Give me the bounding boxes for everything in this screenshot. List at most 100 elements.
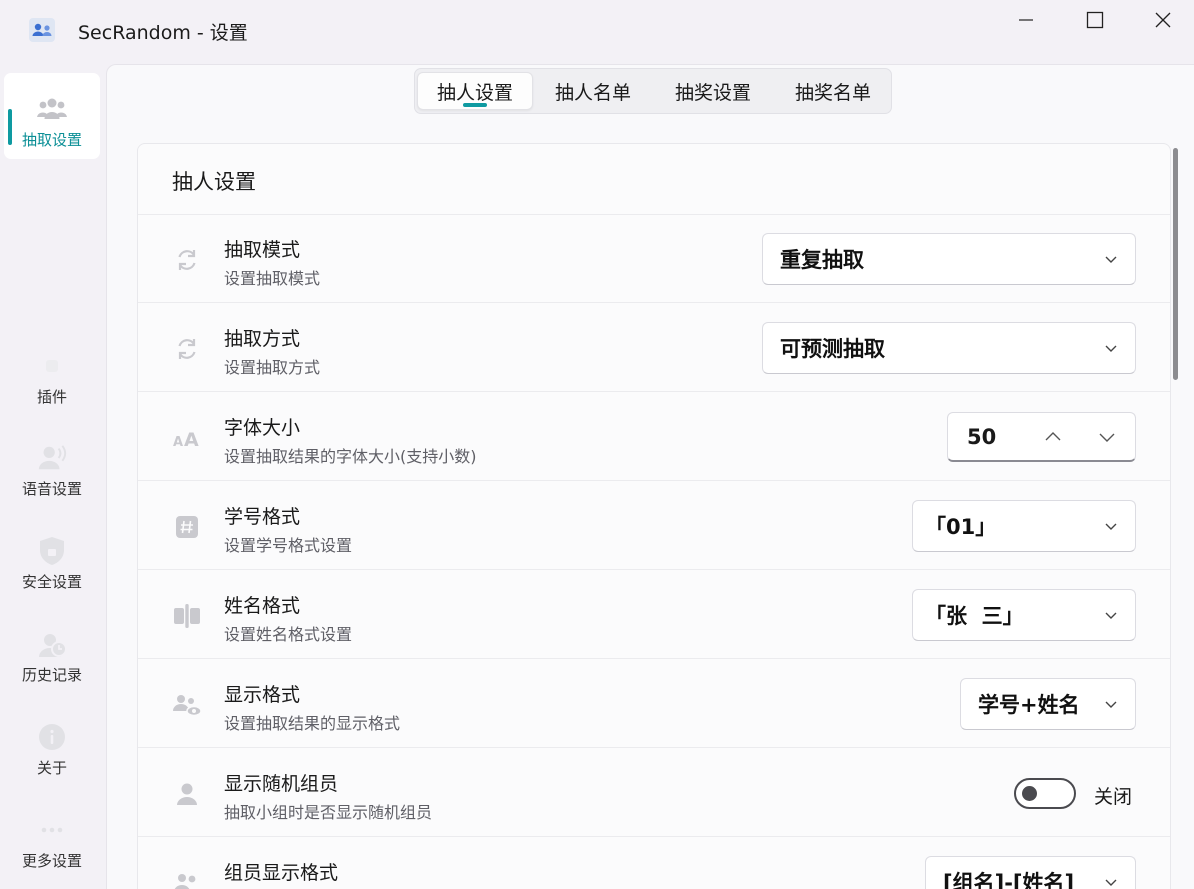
setting-row-font-size: A A 字体大小 设置抽取结果的字体大小(支持小数) 50 (138, 393, 1170, 481)
chevron-down-icon[interactable] (1097, 427, 1117, 447)
display-format-select[interactable]: 学号+姓名 (960, 678, 1136, 730)
setting-subtitle: 设置抽取模式 (224, 269, 321, 288)
chevron-down-icon (1105, 523, 1117, 530)
window-title: SecRandom - 设置 (78, 22, 248, 44)
setting-subtitle: 设置抽取结果的字体大小(支持小数) (224, 447, 477, 466)
select-value: [组名]-[姓名] (943, 871, 1075, 889)
sidebar-item-label: 插件 (36, 388, 67, 406)
name-tag-icon (172, 601, 202, 631)
sidebar-item-voice[interactable]: 语音设置 (4, 426, 100, 512)
spin-value: 50 (967, 425, 997, 449)
select-value: 重复抽取 (780, 248, 864, 272)
setting-title: 显示格式 (224, 684, 301, 706)
chevron-down-icon (1105, 256, 1117, 263)
font-size-spinbox[interactable]: 50 (947, 412, 1136, 462)
tab-person-list[interactable]: 抽人名单 (535, 72, 651, 110)
card-title: 抽人设置 (172, 170, 256, 194)
chevron-up-icon[interactable] (1043, 427, 1063, 447)
font-size-icon: A A (172, 423, 202, 453)
vertical-scrollbar[interactable] (1173, 148, 1178, 380)
chevron-down-icon (1105, 879, 1117, 886)
svg-text:A: A (173, 435, 183, 449)
name-format-select[interactable]: 「张 三」 (912, 589, 1136, 641)
main-panel: 抽人设置 抽人名单 抽奖设置 抽奖名单 抽人设置 抽取模式 设置抽取模式 重复抽… (106, 64, 1194, 889)
close-icon (1155, 12, 1171, 28)
setting-title: 姓名格式 (224, 595, 301, 617)
setting-row-draw-mode: 抽取模式 设置抽取模式 重复抽取 (138, 215, 1170, 303)
voice-person-icon (36, 442, 68, 474)
chevron-down-icon (1105, 612, 1117, 619)
more-icon (36, 814, 68, 846)
tab-bar: 抽人设置 抽人名单 抽奖设置 抽奖名单 (414, 68, 892, 114)
active-indicator (8, 109, 12, 145)
shield-icon (36, 535, 68, 567)
plugin-icon (36, 350, 68, 382)
member-display-format-select[interactable]: [组名]-[姓名] (925, 856, 1136, 889)
setting-row-draw-method: 抽取方式 设置抽取方式 可预测抽取 (138, 304, 1170, 392)
setting-row-show-random-members: 显示随机组员 抽取小组时是否显示随机组员 关闭 (138, 749, 1170, 837)
app-logo-icon (29, 18, 55, 42)
chevron-down-icon (1105, 345, 1117, 352)
settings-card: 抽人设置 抽取模式 设置抽取模式 重复抽取 抽取方式 设置抽取方式 可预测抽取 … (137, 143, 1171, 889)
sidebar-item-about[interactable]: 关于 (4, 705, 100, 791)
select-value: 学号+姓名 (978, 693, 1080, 717)
tab-label: 抽奖设置 (674, 81, 751, 104)
setting-subtitle: 设置姓名格式设置 (224, 625, 353, 644)
svg-text:A: A (184, 429, 199, 449)
sidebar-item-more[interactable]: 更多设置 (4, 798, 100, 884)
select-value: 「张 三」 (925, 604, 1024, 628)
setting-title: 抽取方式 (224, 328, 301, 350)
sync-icon (172, 245, 202, 275)
sidebar-item-label: 语音设置 (21, 480, 82, 498)
sync-icon (172, 334, 202, 364)
setting-subtitle: 设置抽取结果的显示格式 (224, 714, 401, 733)
draw-method-select[interactable]: 可预测抽取 (762, 322, 1136, 374)
setting-title: 学号格式 (224, 506, 301, 528)
setting-subtitle: 设置学号格式设置 (224, 536, 353, 555)
setting-title: 字体大小 (224, 417, 301, 439)
people-view-icon (172, 690, 202, 720)
setting-title: 组员显示格式 (224, 862, 339, 884)
setting-title: 显示随机组员 (224, 773, 339, 795)
chevron-down-icon (1105, 701, 1117, 708)
tab-lottery-list[interactable]: 抽奖名单 (775, 72, 891, 110)
sidebar-item-extract-settings[interactable]: 抽取设置 (4, 73, 100, 159)
sidebar: 抽取设置 插件 语音设置 安全设置 历史记录 关于 更多设置 (0, 60, 106, 889)
toggle-knob (1022, 786, 1037, 801)
sidebar-item-label: 抽取设置 (21, 131, 82, 149)
setting-title: 抽取模式 (224, 239, 301, 261)
sidebar-item-label: 关于 (36, 759, 67, 777)
minimize-button[interactable] (996, 0, 1056, 40)
setting-subtitle: 设置抽取方式 (224, 358, 321, 377)
tab-extract-person-settings[interactable]: 抽人设置 (417, 72, 533, 110)
toggle-state-label: 关闭 (1094, 786, 1133, 808)
sidebar-item-label: 历史记录 (21, 666, 82, 684)
setting-row-name-format: 姓名格式 设置姓名格式设置 「张 三」 (138, 571, 1170, 659)
sidebar-item-security[interactable]: 安全设置 (4, 519, 100, 605)
student-id-format-select[interactable]: 「01」 (912, 500, 1136, 552)
setting-subtitle: 抽取小组时是否显示随机组员 (224, 803, 433, 822)
setting-row-display-format: 显示格式 设置抽取结果的显示格式 学号+姓名 (138, 660, 1170, 748)
people-icon (172, 868, 202, 889)
tab-label: 抽人名单 (554, 81, 631, 104)
draw-mode-select[interactable]: 重复抽取 (762, 233, 1136, 285)
select-value: 「01」 (925, 515, 997, 539)
select-value: 可预测抽取 (780, 337, 885, 361)
minimize-icon (1019, 19, 1033, 21)
setting-row-student-id-format: 学号格式 设置学号格式设置 「01」 (138, 482, 1170, 570)
sidebar-item-plugins[interactable]: 插件 (4, 332, 100, 418)
tab-active-indicator (463, 103, 487, 107)
show-random-members-toggle[interactable] (1014, 778, 1076, 809)
people-group-icon (36, 93, 68, 125)
sidebar-item-history[interactable]: 历史记录 (4, 612, 100, 698)
hash-icon (172, 512, 202, 542)
setting-row-member-display-format: 组员显示格式 [组名]-[姓名] (138, 838, 1170, 889)
tab-label: 抽人设置 (436, 81, 513, 104)
title-bar: SecRandom - 设置 (0, 0, 1194, 60)
sidebar-item-label: 安全设置 (21, 573, 82, 591)
person-icon (172, 779, 202, 809)
info-icon (36, 721, 68, 753)
close-button[interactable] (1133, 0, 1193, 40)
maximize-button[interactable] (1065, 0, 1125, 40)
tab-lottery-settings[interactable]: 抽奖设置 (655, 72, 771, 110)
